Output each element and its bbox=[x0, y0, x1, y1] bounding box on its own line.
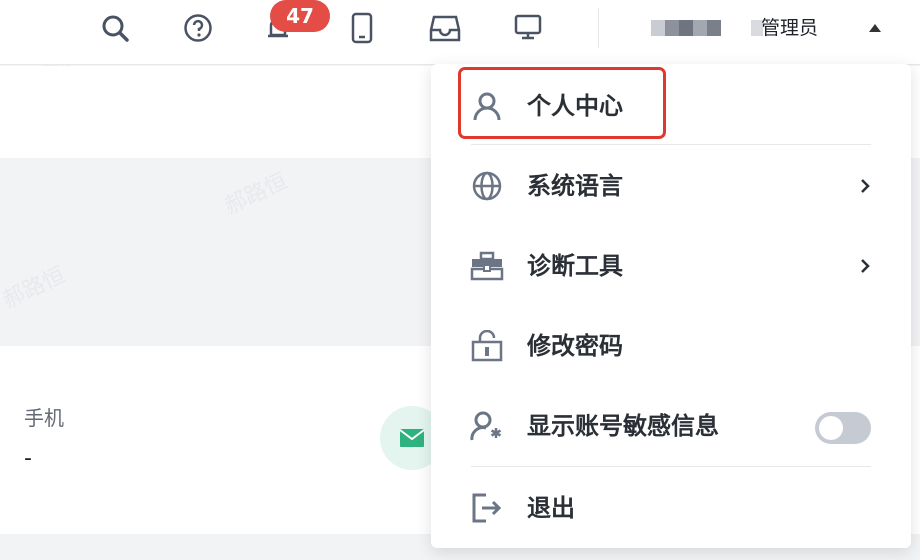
user-asterisk-icon bbox=[469, 410, 505, 442]
user-menu-trigger[interactable]: 管理员 bbox=[598, 8, 899, 48]
notification-badge[interactable]: 47 bbox=[270, 0, 330, 32]
user-name: 管理员 bbox=[761, 17, 819, 39]
unlock-icon bbox=[469, 330, 505, 362]
monitor-icon[interactable] bbox=[508, 8, 548, 48]
chevron-right-icon bbox=[861, 259, 870, 273]
chevron-right-icon bbox=[861, 179, 870, 193]
menu-item-label: 退出 bbox=[527, 494, 575, 522]
menu-item-label: 系统语言 bbox=[527, 172, 623, 200]
avatar bbox=[707, 20, 721, 36]
avatar bbox=[693, 20, 707, 36]
toolbox-icon bbox=[469, 250, 505, 282]
caret-up-icon bbox=[869, 24, 881, 32]
globe-icon bbox=[469, 170, 505, 202]
menu-item-label: 个人中心 bbox=[527, 92, 623, 120]
mobile-icon[interactable] bbox=[342, 8, 382, 48]
avatar bbox=[665, 20, 679, 36]
mail-icon bbox=[399, 429, 425, 447]
user-dropdown-menu: 个人中心 系统语言 诊断工具 修改密码 显示账号敏感信息 退出 bbox=[431, 64, 911, 548]
menu-item-profile[interactable]: 个人中心 bbox=[431, 74, 911, 138]
user-icon bbox=[469, 90, 505, 122]
toggle-knob bbox=[819, 416, 843, 440]
menu-item-label: 修改密码 bbox=[527, 332, 623, 360]
menu-divider bbox=[471, 144, 871, 145]
top-bar: 47 管理员 bbox=[0, 0, 920, 65]
menu-item-language[interactable]: 系统语言 bbox=[431, 154, 911, 218]
search-icon[interactable] bbox=[95, 8, 135, 48]
phone-label: 手机 bbox=[24, 406, 64, 430]
phone-value: - bbox=[24, 446, 32, 471]
watermark: 郝路恒 bbox=[220, 168, 292, 220]
avatar bbox=[679, 20, 693, 36]
menu-item-change-password[interactable]: 修改密码 bbox=[431, 314, 911, 378]
sensitive-info-toggle[interactable] bbox=[815, 412, 871, 444]
watermark: 郝路恒 bbox=[0, 262, 70, 314]
menu-divider bbox=[471, 466, 871, 467]
menu-item-label: 显示账号敏感信息 bbox=[527, 412, 719, 440]
menu-item-label: 诊断工具 bbox=[527, 252, 623, 280]
menu-item-logout[interactable]: 退出 bbox=[431, 476, 911, 540]
avatar bbox=[651, 20, 665, 36]
menu-item-sensitive-info[interactable]: 显示账号敏感信息 bbox=[431, 394, 911, 458]
help-icon[interactable] bbox=[178, 8, 218, 48]
logout-icon bbox=[469, 492, 505, 524]
menu-item-diagnostics[interactable]: 诊断工具 bbox=[431, 234, 911, 298]
inbox-icon[interactable] bbox=[425, 8, 465, 48]
